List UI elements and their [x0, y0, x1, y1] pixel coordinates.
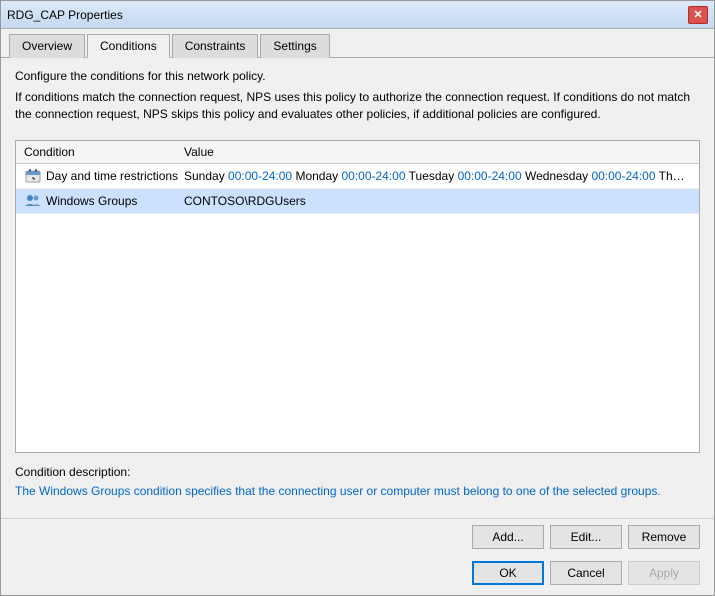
- condition-desc-label: Condition description:: [15, 465, 700, 479]
- tab-content: Configure the conditions for this networ…: [1, 58, 714, 510]
- row-value: Sunday 00:00-24:00 Monday 00:00-24:00 Tu…: [184, 169, 691, 183]
- action-buttons-row: Add... Edit... Remove: [1, 518, 714, 555]
- remove-button[interactable]: Remove: [628, 525, 700, 549]
- value-text3: Tuesday: [406, 169, 458, 183]
- close-button[interactable]: ✕: [688, 6, 708, 24]
- value-text2: Monday: [292, 169, 341, 183]
- dialog-buttons-row: OK Cancel Apply: [1, 555, 714, 595]
- tab-constraints[interactable]: Constraints: [172, 34, 259, 58]
- value-text5: Thursd...: [656, 169, 691, 183]
- group-icon: [24, 192, 42, 210]
- table-row[interactable]: Day and time restrictions Sunday 00:00-2…: [16, 164, 699, 189]
- cancel-button[interactable]: Cancel: [550, 561, 622, 585]
- condition-description-section: Condition description: The Windows Group…: [15, 465, 700, 500]
- condition-desc-text: The Windows Groups condition specifies t…: [15, 483, 700, 500]
- conditions-table: Condition Value: [15, 140, 700, 453]
- table-row[interactable]: Windows Groups CONTOSO\RDGUsers: [16, 189, 699, 214]
- table-header: Condition Value: [16, 141, 699, 164]
- tab-conditions[interactable]: Conditions: [87, 34, 170, 58]
- row-condition-label: Day and time restrictions: [46, 169, 184, 183]
- description-line2: If conditions match the connection reque…: [15, 89, 700, 123]
- tab-overview[interactable]: Overview: [9, 34, 85, 58]
- window-title: RDG_CAP Properties: [7, 8, 123, 22]
- column-header-condition: Condition: [24, 145, 184, 159]
- column-header-value: Value: [184, 145, 691, 159]
- row-value: CONTOSO\RDGUsers: [184, 194, 691, 208]
- ok-button[interactable]: OK: [472, 561, 544, 585]
- value-text4: Wednesday: [522, 169, 592, 183]
- clock-icon: [24, 167, 42, 185]
- add-button[interactable]: Add...: [472, 525, 544, 549]
- main-window: RDG_CAP Properties ✕ Overview Conditions…: [0, 0, 715, 596]
- tabs-bar: Overview Conditions Constraints Settings: [1, 29, 714, 58]
- description-section: Configure the conditions for this networ…: [15, 68, 700, 126]
- edit-button[interactable]: Edit...: [550, 525, 622, 549]
- value-blue-text4: 00:00-24:00: [591, 169, 655, 183]
- value-blue-text3: 00:00-24:00: [458, 169, 522, 183]
- apply-button: Apply: [628, 561, 700, 585]
- value-text: Sunday: [184, 169, 228, 183]
- description-line1: Configure the conditions for this networ…: [15, 68, 700, 85]
- value-blue-text2: 00:00-24:00: [341, 169, 405, 183]
- title-bar: RDG_CAP Properties ✕: [1, 1, 714, 29]
- value-blue-text: 00:00-24:00: [228, 169, 292, 183]
- table-body: Day and time restrictions Sunday 00:00-2…: [16, 164, 699, 452]
- tab-settings[interactable]: Settings: [260, 34, 329, 58]
- row-condition-label: Windows Groups: [46, 194, 184, 208]
